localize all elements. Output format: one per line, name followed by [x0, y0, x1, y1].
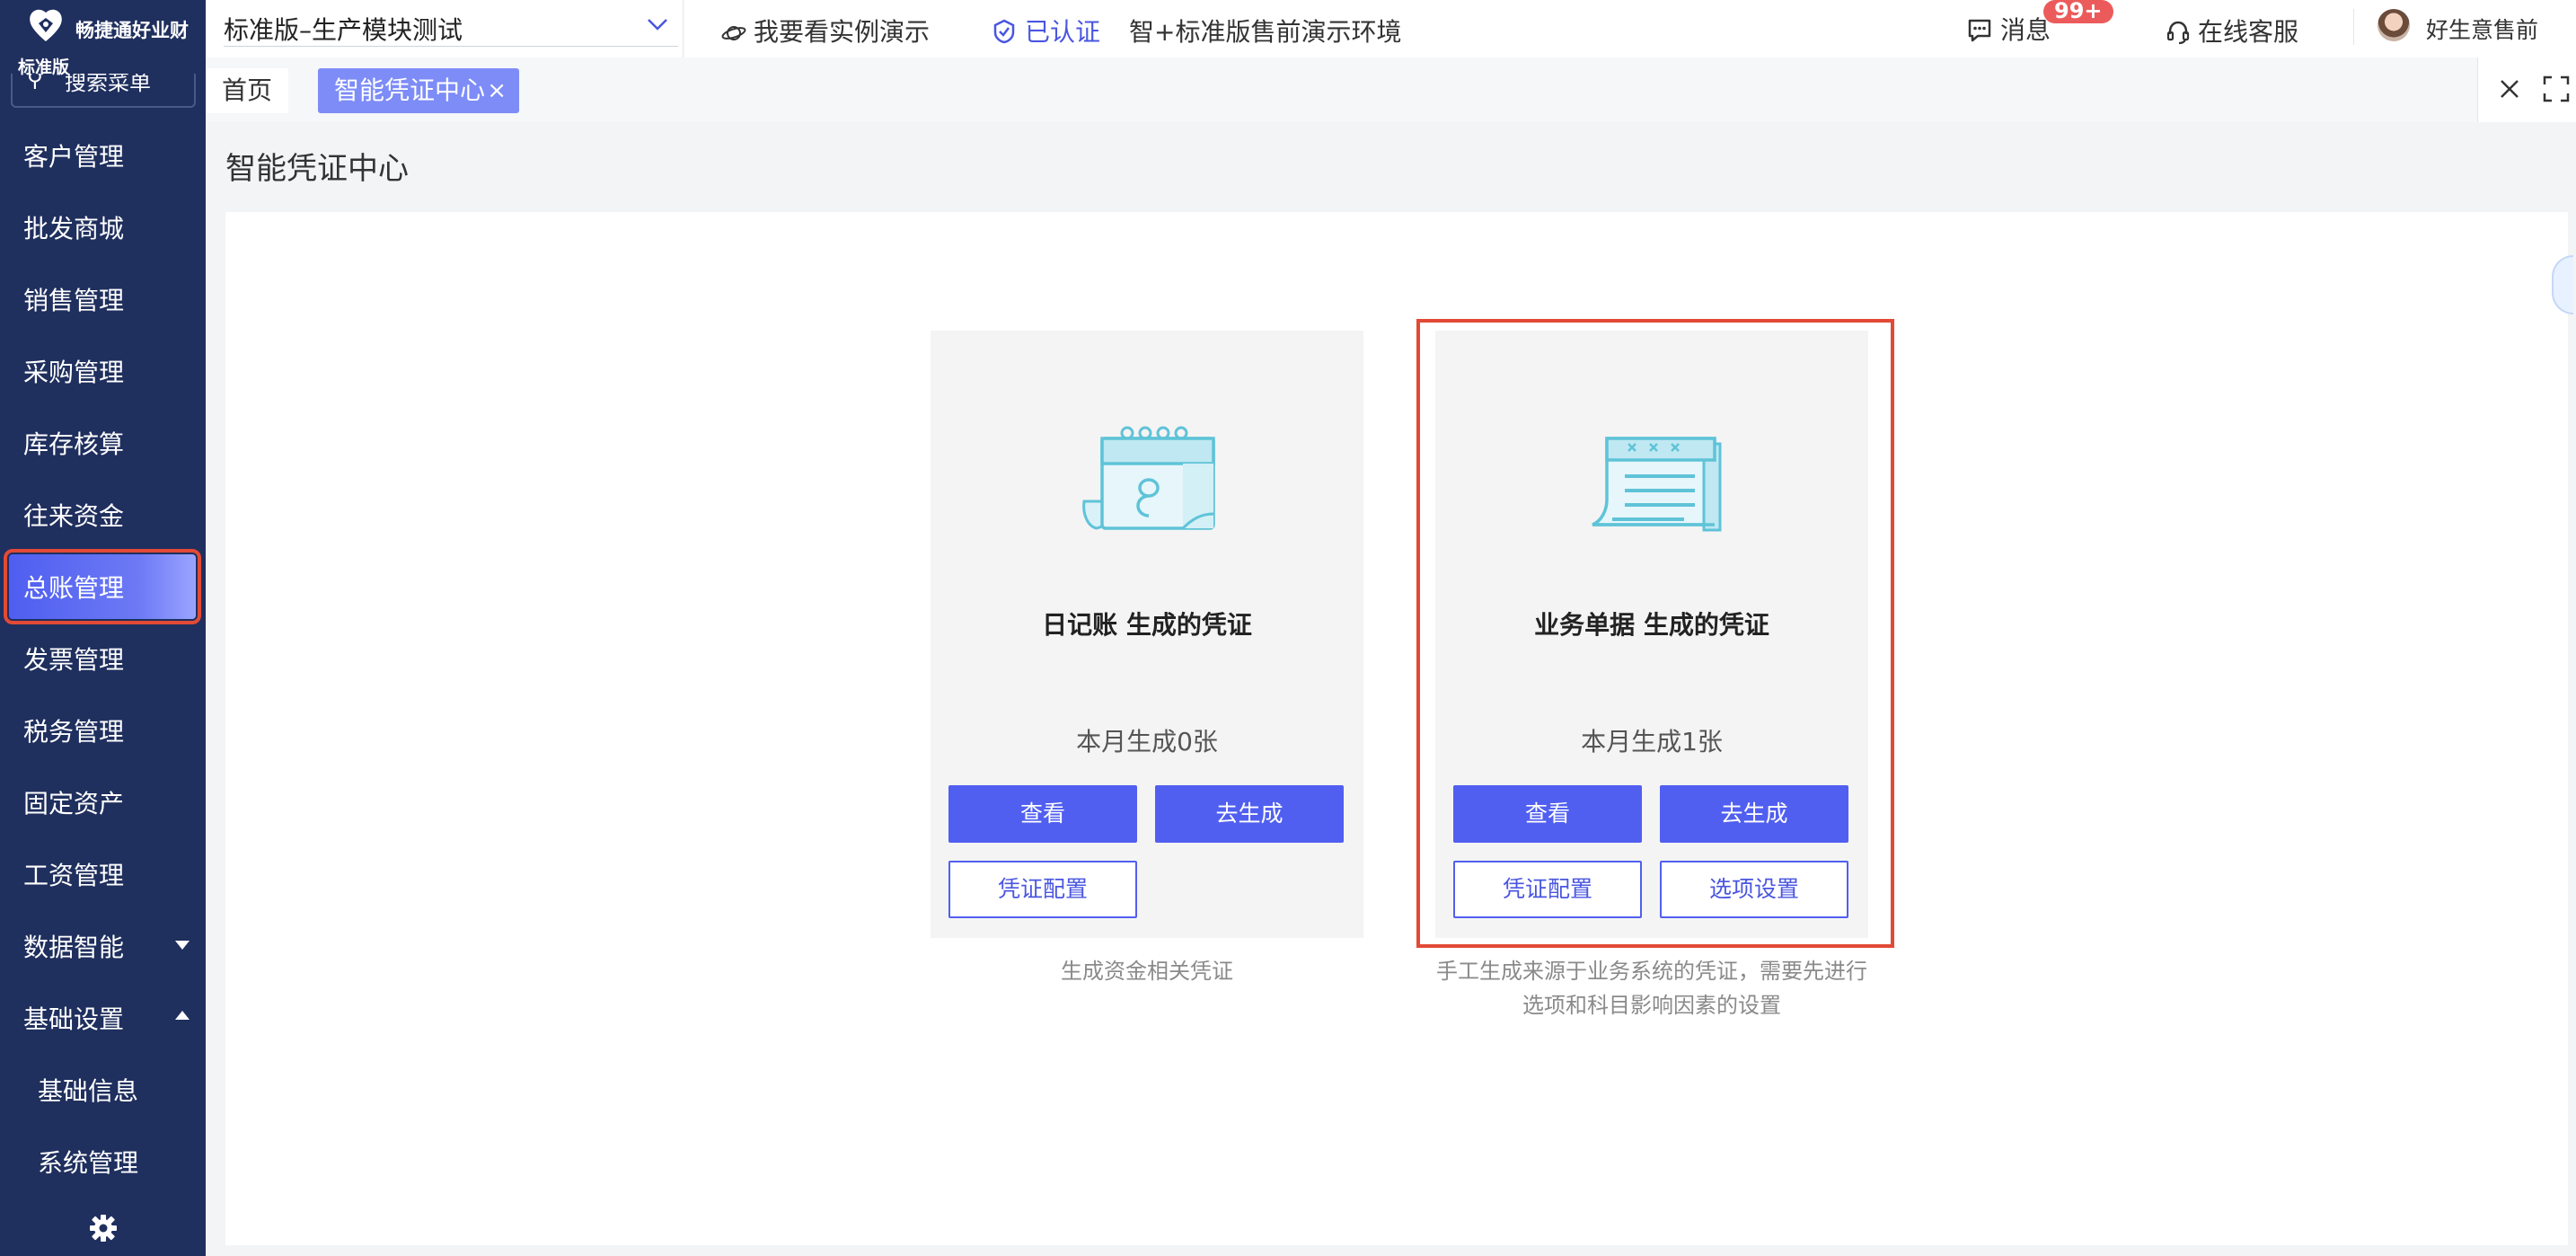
top-bar: 标准版–生产模块测试 我要看实例演示 已认证 智+标准版售前演示环境 消息 99… [206, 0, 2576, 57]
environment-select[interactable]: 标准版–生产模块测试 [224, 5, 678, 47]
tab-home-label: 首页 [221, 75, 272, 105]
card-title: 日记账 生成的凭证 [1042, 610, 1252, 640]
menu-search-placeholder: 搜索菜单 [65, 74, 151, 95]
online-service-label: 在线客服 [2198, 17, 2299, 47]
sidebar-item-label: 基础信息 [38, 1076, 139, 1106]
card-description: 手工生成来源于业务系统的凭证，需要先进行 选项和科目影响因素的设置 [1409, 954, 1894, 1022]
search-icon: ⚲ [27, 74, 43, 92]
sidebar-item-label: 系统管理 [38, 1148, 139, 1178]
brand-logo-icon [30, 9, 62, 41]
view-button[interactable]: 查看 [948, 785, 1137, 843]
brand-name: 畅捷通好业财 [75, 20, 189, 41]
sidebar-item-system-management[interactable]: 系统管理 [0, 1128, 206, 1195]
demo-link[interactable]: 我要看实例演示 [721, 13, 930, 49]
floating-assistant-tab[interactable] [2552, 255, 2573, 314]
certified-label: 已认证 [1025, 17, 1101, 47]
card-description: 生成资金相关凭证 [931, 954, 1363, 988]
sidebar-item-payroll[interactable]: 工资管理 [0, 841, 206, 907]
sidebar-item-customer[interactable]: 客户管理 [0, 122, 206, 189]
sidebar-item-purchase[interactable]: 采购管理 [0, 338, 206, 404]
sidebar-item-label: 工资管理 [23, 861, 125, 890]
highlight-box [1416, 319, 1894, 948]
tab-close-icon[interactable]: × [487, 68, 507, 113]
calendar-journal-icon [1082, 426, 1215, 530]
sidebar-item-label: 销售管理 [23, 286, 125, 315]
user-name[interactable]: 好生意售前 [2426, 13, 2538, 45]
sidebar-item-label: 数据智能 [23, 933, 125, 962]
card-monthly-count: 本月生成0张 [1076, 727, 1218, 756]
card-description-line: 选项和科目影响因素的设置 [1522, 993, 1781, 1018]
card-description-line: 手工生成来源于业务系统的凭证，需要先进行 [1436, 959, 1867, 984]
sidebar-item-inventory[interactable]: 库存核算 [0, 410, 206, 476]
sidebar-item-label: 批发商城 [23, 214, 125, 243]
sidebar-item-basic-info[interactable]: 基础信息 [0, 1057, 206, 1123]
sidebar-item-label: 库存核算 [23, 429, 125, 459]
gear-icon[interactable] [88, 1213, 119, 1243]
sidebar-item-data-intelligence[interactable]: 数据智能 [0, 913, 206, 979]
messages-count-badge: 99+ [2043, 0, 2113, 23]
certified-shield-icon [993, 19, 1015, 44]
menu-search-input[interactable]: ⚲ 搜索菜单 [11, 74, 196, 108]
sidebar-item-label: 往来资金 [23, 501, 125, 531]
sidebar-item-sales[interactable]: 销售管理 [0, 266, 206, 332]
online-service-button[interactable]: 在线客服 [2166, 13, 2298, 49]
voucher-config-button[interactable]: 凭证配置 [948, 861, 1137, 918]
content-panel: 日记账 生成的凭证 本月生成0张 查看 去生成 凭证配置 生成资金相关凭证 业务… [225, 212, 2573, 1245]
sidebar-item-label: 总账管理 [23, 573, 125, 603]
brand-logo-area: 畅捷通好业财 标准版 [0, 0, 206, 81]
sidebar-item-invoice[interactable]: 发票管理 [0, 625, 206, 692]
tab-home[interactable]: 首页 [206, 68, 288, 113]
messages-button[interactable]: 消息 [1966, 11, 2051, 47]
sidebar-item-label: 固定资产 [23, 789, 125, 818]
avatar[interactable] [2378, 9, 2410, 41]
headset-icon [2166, 21, 2190, 45]
sidebar-item-general-ledger[interactable]: 总账管理 [4, 549, 201, 624]
planet-icon [721, 26, 746, 40]
chevron-down-icon [648, 19, 667, 31]
sidebar-item-tax[interactable]: 税务管理 [0, 697, 206, 764]
sidebar-item-label: 基础设置 [23, 1004, 125, 1034]
demo-link-label: 我要看实例演示 [754, 17, 931, 47]
close-icon[interactable] [2494, 74, 2525, 104]
sidebar-item-label: 采购管理 [23, 358, 125, 387]
sidebar: 畅捷通好业财 标准版 ⚲ 搜索菜单 客户管理 批发商城 销售管理 采购管理 库存… [0, 0, 206, 1256]
caret-up-icon [175, 1011, 190, 1020]
main-area: 智能凭证中心 日记账 生成的凭证 本月生成0张 查看 去生成 凭证配置 生成资金… [206, 122, 2576, 1256]
environment-name: 智+标准版售前演示环境 [1129, 17, 1402, 47]
message-icon [1968, 19, 1991, 42]
caret-down-icon [175, 941, 190, 950]
environment-select-value: 标准版–生产模块测试 [224, 15, 463, 45]
sidebar-item-label: 客户管理 [23, 142, 125, 172]
certified-badge[interactable]: 已认证 [992, 13, 1100, 49]
fullscreen-icon[interactable] [2541, 74, 2572, 104]
sidebar-item-label: 发票管理 [23, 645, 125, 675]
sidebar-item-wholesale[interactable]: 批发商城 [0, 194, 206, 261]
card-description-line: 生成资金相关凭证 [1061, 959, 1233, 984]
divider [2353, 9, 2354, 45]
tab-smart-voucher-center[interactable]: 智能凭证中心 × [318, 68, 519, 113]
tab-actions [2477, 57, 2576, 122]
tab-bar: 首页 智能凭证中心 × [206, 57, 2576, 122]
tab-current-label: 智能凭证中心 [334, 75, 486, 105]
messages-label: 消息 [2000, 15, 2051, 45]
sidebar-item-funds[interactable]: 往来资金 [0, 482, 206, 548]
sidebar-item-basic-settings[interactable]: 基础设置 [0, 985, 206, 1051]
divider [683, 0, 684, 57]
sidebar-item-label: 税务管理 [23, 717, 125, 747]
generate-button[interactable]: 去生成 [1155, 785, 1344, 843]
page-title: 智能凭证中心 [225, 151, 409, 187]
sidebar-item-fixed-assets[interactable]: 固定资产 [0, 769, 206, 836]
journal-voucher-card: 日记账 生成的凭证 本月生成0张 查看 去生成 凭证配置 [931, 331, 1363, 938]
